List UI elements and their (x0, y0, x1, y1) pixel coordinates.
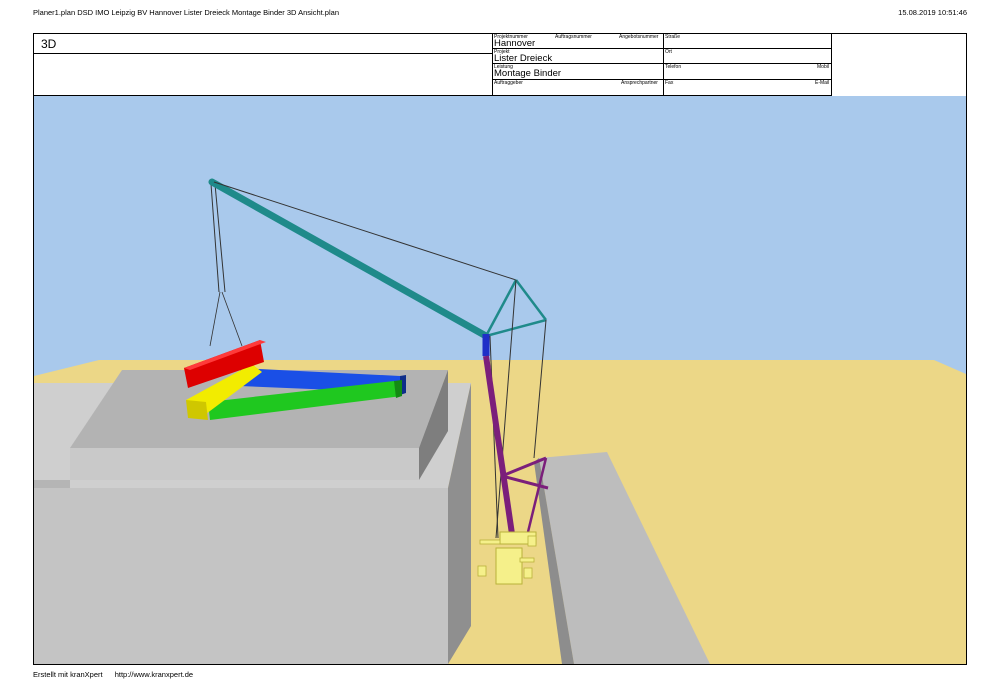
telefon-label: Telefon (665, 64, 682, 70)
title-block: 3D Projektnummer Auftragsnummer Angebots… (33, 33, 967, 136)
support-pad-2 (523, 567, 533, 579)
auftragsnummer-label: Auftragsnummer (555, 34, 592, 40)
ort-label: Ort (665, 49, 672, 55)
projektnummer-value: Hannover (494, 38, 536, 49)
ansprechpartner-label: Ansprechpartner (621, 80, 658, 86)
row-line-3 (492, 79, 831, 80)
outrigger-left (479, 539, 501, 545)
fax-label: Fax (665, 80, 674, 86)
leistung-value: Montage Binder (494, 68, 562, 79)
auftraggeber-label: Auftraggeber (494, 80, 523, 86)
upper-block-front (70, 448, 419, 480)
footer: Erstellt mit kranXpert http://www.kranxp… (33, 670, 203, 679)
footer-created-with: Erstellt mit kranXpert (33, 670, 103, 679)
mobil-label: Mobil (817, 64, 829, 70)
strasse-label: Straße (665, 34, 681, 40)
view-label-separator (33, 53, 492, 54)
3d-crane-scene[interactable] (34, 96, 966, 664)
timestamp: 15.08.2019 10:51:46 (898, 8, 967, 17)
row-line-1 (492, 48, 831, 49)
beam-yellow-end (186, 400, 208, 420)
support-pad-1 (477, 565, 487, 577)
project-column-left-border (492, 33, 493, 95)
outrigger-right (519, 557, 535, 563)
file-title: Planer1.plan DSD IMO Leipzig BV Hannover… (33, 8, 339, 17)
projekt-value: Lister Dreieck (494, 53, 553, 64)
angebotsnummer-label: Angebotsnummer (619, 34, 659, 40)
lower-block-front (34, 488, 448, 664)
crane-base-lower (495, 547, 523, 585)
view-label: 3D (41, 37, 57, 51)
lower-block-top-front-edge (34, 480, 70, 488)
contact-column-left-border (663, 33, 664, 95)
support-pad-3 (527, 535, 537, 547)
footer-url[interactable]: http://www.kranxpert.de (115, 670, 193, 679)
email-label: E-Mail (815, 80, 830, 86)
